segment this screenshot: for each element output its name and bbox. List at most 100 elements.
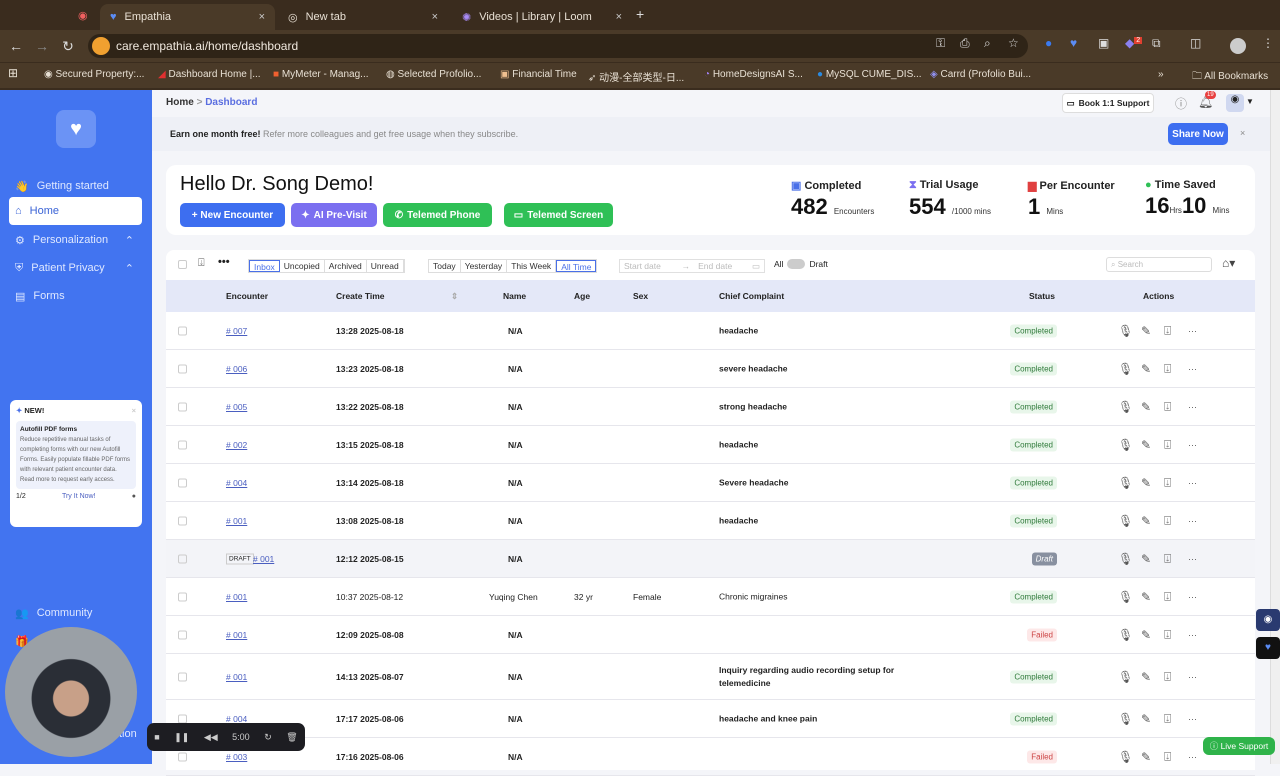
download-icon[interactable]: ⍗ xyxy=(1164,749,1171,764)
sidebar-item-home[interactable]: ⌂ Home xyxy=(9,197,142,225)
bell-icon[interactable]: 🔔︎ 19 xyxy=(1198,91,1216,109)
range-yesterday[interactable]: Yesterday xyxy=(461,260,508,272)
filter-inbox[interactable]: Inbox xyxy=(249,260,280,272)
more-actions-icon[interactable]: ··· xyxy=(1188,516,1197,526)
table-row[interactable]: # 006 13:23 2025-08-18 N/A severe headac… xyxy=(166,350,1255,388)
download-icon[interactable]: ⍗ xyxy=(1164,323,1171,338)
range-this-week[interactable]: This Week xyxy=(507,260,557,272)
stop-icon[interactable]: ■ xyxy=(154,732,159,742)
more-actions-icon[interactable]: ··· xyxy=(1188,672,1197,682)
sidebar-item-patient-privacy[interactable]: ⛨ Patient Privacy ⌃ xyxy=(9,254,142,282)
download-icon[interactable]: ⍗ xyxy=(1164,669,1171,684)
select-all-checkbox[interactable] xyxy=(178,260,187,269)
download-icon[interactable]: ⍗ xyxy=(198,257,205,270)
microphone-icon[interactable]: 🎙︎ xyxy=(1118,476,1133,490)
next-icon[interactable]: ● xyxy=(132,493,136,500)
download-icon[interactable]: ⍗ xyxy=(1164,437,1171,452)
download-icon[interactable]: ⍗ xyxy=(1164,475,1171,490)
extension-empathia-icon[interactable]: ♥ xyxy=(1070,36,1077,50)
book-support-button[interactable]: ▭ Book 1:1 Support xyxy=(1062,93,1154,113)
all-bookmarks[interactable]: 🗀 All Bookmarks xyxy=(1192,69,1268,86)
download-icon[interactable]: ⍗ xyxy=(1164,399,1171,414)
row-checkbox[interactable] xyxy=(178,592,187,601)
bookmark[interactable]: ◉ Secured Property:... xyxy=(44,69,144,80)
password-key-icon[interactable]: ⚿ xyxy=(936,36,945,51)
sidebar-item-getting-started[interactable]: 👋 Getting started xyxy=(9,172,142,200)
row-checkbox[interactable] xyxy=(178,752,187,761)
edit-pencil-icon[interactable]: ✎ xyxy=(1141,438,1151,452)
encounter-link[interactable]: # 006 xyxy=(226,364,247,374)
microphone-icon[interactable]: 🎙︎ xyxy=(1118,628,1133,642)
encounter-link[interactable]: # 001 xyxy=(253,554,274,564)
new-tab-button[interactable]: + xyxy=(636,6,644,22)
microphone-icon[interactable]: 🎙︎ xyxy=(1118,670,1133,684)
extensions-puzzle-icon[interactable]: ⧉ xyxy=(1152,36,1161,51)
sort-icon[interactable]: ⇕ xyxy=(451,291,458,302)
caret-down-icon[interactable]: ▼ xyxy=(1246,97,1254,106)
trash-icon[interactable]: 🗑︎ xyxy=(286,732,297,743)
table-row[interactable]: # 001 10:37 2025-08-12 Yuqing Chen 32 yr… xyxy=(166,578,1255,616)
microphone-icon[interactable]: 🎙︎ xyxy=(1118,400,1133,414)
download-icon[interactable]: ⍗ xyxy=(1164,711,1171,726)
side-panel-icon[interactable]: ◫ xyxy=(1190,36,1201,50)
edit-pencil-icon[interactable]: ✎ xyxy=(1141,324,1151,338)
user-avatar[interactable]: ◉ xyxy=(1226,94,1244,112)
microphone-icon[interactable]: 🎙︎ xyxy=(1118,712,1133,726)
telemed-phone-button[interactable]: ✆ Telemed Phone xyxy=(383,203,492,227)
install-app-icon[interactable]: ⎙ xyxy=(960,36,970,51)
more-actions-icon[interactable]: ··· xyxy=(1188,402,1197,412)
row-checkbox[interactable] xyxy=(178,364,187,373)
row-checkbox[interactable] xyxy=(178,326,187,335)
encounter-link[interactable]: # 001 xyxy=(226,516,247,526)
table-row[interactable]: # 002 13:15 2025-08-18 N/A headache Comp… xyxy=(166,426,1255,464)
close-tab-icon[interactable]: × xyxy=(432,11,438,23)
row-checkbox[interactable] xyxy=(178,714,187,723)
encounter-link[interactable]: # 007 xyxy=(226,326,247,336)
empathia-extension-icon[interactable]: ♥ xyxy=(1256,637,1280,659)
tab-new-tab[interactable]: ◎ New tab × xyxy=(278,4,448,30)
bookmark-star-icon[interactable]: ☆ xyxy=(1008,36,1019,50)
more-actions-icon[interactable]: ··· xyxy=(1188,478,1197,488)
more-actions-icon[interactable]: ··· xyxy=(1188,326,1197,336)
encounter-link[interactable]: # 002 xyxy=(226,440,247,450)
encounter-link[interactable]: # 001 xyxy=(226,592,247,602)
encounter-link[interactable]: # 004 xyxy=(226,714,247,724)
table-row[interactable]: DRAFT # 001 12:12 2025-08-15 N/A Draft 🎙… xyxy=(166,540,1255,578)
filter-unread[interactable]: Unread xyxy=(367,260,404,272)
table-row[interactable]: # 001 12:09 2025-08-08 N/A Failed 🎙︎ ✎ ⍗… xyxy=(166,616,1255,654)
share-now-button[interactable]: Share Now xyxy=(1168,123,1228,145)
row-checkbox[interactable] xyxy=(178,402,187,411)
apps-grid-icon[interactable]: ⊞ xyxy=(8,66,18,80)
extension-badge-icon[interactable]: ◆ 2 xyxy=(1125,36,1143,50)
profile-avatar[interactable] xyxy=(1230,38,1246,54)
extension-loom-icon[interactable]: ● xyxy=(1045,36,1052,50)
sort-create-time[interactable]: Create Time xyxy=(336,291,385,301)
range-today[interactable]: Today xyxy=(429,260,461,272)
row-checkbox[interactable] xyxy=(178,440,187,449)
ai-pre-visit-button[interactable]: ✦ AI Pre-Visit xyxy=(291,203,377,227)
row-checkbox[interactable] xyxy=(178,554,187,563)
bookmark[interactable]: ▣ Financial Time xyxy=(500,69,577,80)
more-actions-icon[interactable]: ··· xyxy=(1188,714,1197,724)
edit-pencil-icon[interactable]: ✎ xyxy=(1141,628,1151,642)
table-row[interactable]: # 001 14:13 2025-08-07 N/A Inquiry regar… xyxy=(166,654,1255,700)
microphone-icon[interactable]: 🎙︎ xyxy=(1118,514,1133,528)
zoom-icon[interactable]: ⌕ xyxy=(984,36,991,51)
close-tab-icon[interactable]: × xyxy=(259,11,265,23)
edit-pencil-icon[interactable]: ✎ xyxy=(1141,476,1151,490)
more-actions-icon[interactable]: ··· xyxy=(1188,592,1197,602)
download-icon[interactable]: ⍗ xyxy=(1164,361,1171,376)
page-scrollbar[interactable] xyxy=(1270,90,1280,764)
table-row[interactable]: # 004 13:14 2025-08-18 N/A Severe headac… xyxy=(166,464,1255,502)
table-row[interactable]: # 001 13:08 2025-08-18 N/A headache Comp… xyxy=(166,502,1255,540)
microphone-icon[interactable]: 🎙︎ xyxy=(1118,590,1133,604)
bookmark[interactable]: ◈ Carrd (Profolio Bui... xyxy=(930,69,1031,80)
close-card-icon[interactable]: × xyxy=(132,406,136,415)
more-actions-icon[interactable]: ··· xyxy=(1188,630,1197,640)
breadcrumb-home[interactable]: Home xyxy=(166,97,194,108)
microphone-icon[interactable]: 🎙︎ xyxy=(1118,750,1133,764)
back-icon[interactable]: ← xyxy=(3,38,29,54)
row-checkbox[interactable] xyxy=(178,672,187,681)
chevron-up-icon[interactable]: ⌃ xyxy=(125,262,134,275)
chevron-up-icon[interactable]: ⌃ xyxy=(125,234,134,247)
